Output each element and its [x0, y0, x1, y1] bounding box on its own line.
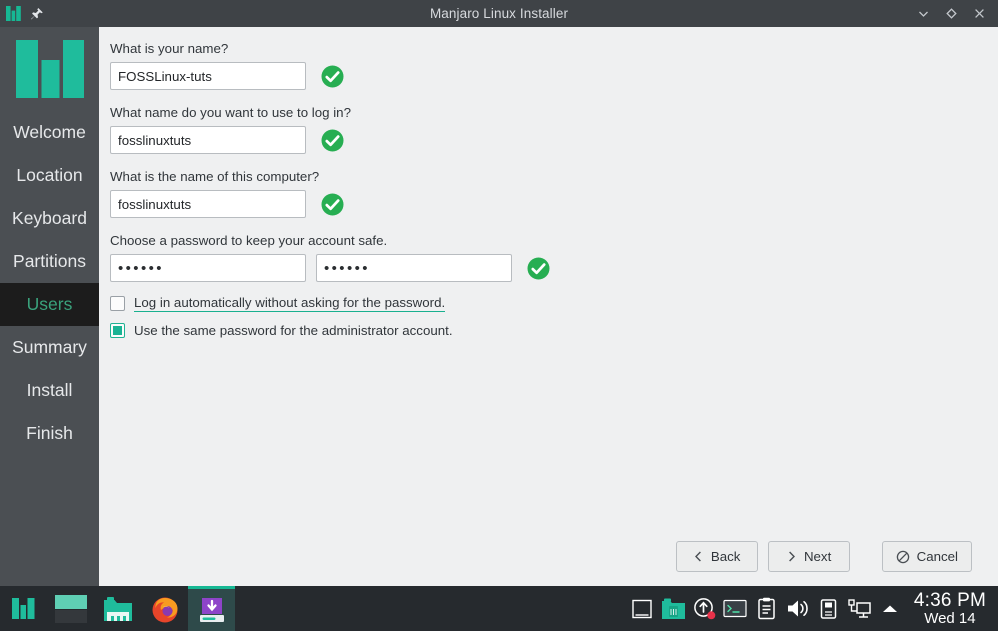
sidebar-logo — [0, 27, 99, 111]
firefox-icon — [151, 595, 179, 623]
taskbar-firefox[interactable] — [141, 586, 188, 631]
sidebar-item-install[interactable]: Install — [0, 369, 99, 412]
window-controls — [878, 5, 998, 23]
navigation-buttons: Back Next Cancel — [675, 541, 972, 572]
fullname-label: What is your name? — [110, 41, 229, 56]
sidebar-item-location[interactable]: Location — [0, 154, 99, 197]
username-label: What name do you want to use to log in? — [110, 105, 351, 120]
check-circle-icon — [321, 65, 344, 88]
sidebar-item-partitions[interactable]: Partitions — [0, 240, 99, 283]
check-circle-icon — [527, 257, 550, 280]
sidebar-item-label: Partitions — [13, 250, 86, 271]
maximize-button[interactable] — [942, 5, 960, 23]
window-titlebar: Manjaro Linux Installer — [0, 0, 998, 27]
sidebar-item-label: Summary — [12, 336, 87, 357]
installer-sidebar: Welcome Location Keyboard Partitions Use… — [0, 27, 99, 586]
taskbar-launchers — [0, 586, 235, 631]
sidebar-item-keyboard[interactable]: Keyboard — [0, 197, 99, 240]
sidebar-item-label: Keyboard — [12, 207, 87, 228]
back-button-label: Back — [710, 549, 741, 564]
same-password-checkbox[interactable] — [110, 323, 125, 338]
next-button[interactable]: Next — [767, 541, 850, 572]
taskbar-installer[interactable] — [188, 586, 235, 631]
trash-folder-icon[interactable] — [658, 586, 689, 631]
installer-icon — [198, 596, 226, 624]
username-input[interactable]: fosslinuxtuts — [110, 126, 306, 154]
manjaro-menu-icon — [11, 596, 36, 621]
sidebar-item-label: Install — [26, 379, 73, 400]
sidebar-item-summary[interactable]: Summary — [0, 326, 99, 369]
fullname-input[interactable]: FOSSLinux-tuts — [110, 62, 306, 90]
hostname-label: What is the name of this computer? — [110, 169, 320, 184]
check-circle-icon — [321, 129, 344, 152]
taskbar-clock[interactable]: 4:36 PM Wed 14 — [906, 589, 992, 627]
password-label: Choose a password to keep your account s… — [110, 233, 388, 248]
usb-drive-icon[interactable] — [813, 586, 844, 631]
password-input[interactable]: •••••• — [110, 254, 306, 282]
no-entry-icon — [896, 550, 910, 564]
screen: Manjaro Linux Installer Welcome Location… — [0, 0, 998, 631]
taskbar-menu-manjaro[interactable] — [0, 586, 47, 631]
manjaro-logo-icon — [15, 40, 84, 98]
chevron-up-icon[interactable] — [875, 586, 906, 631]
autologin-checkbox[interactable] — [110, 296, 125, 311]
autologin-label: Log in automatically without asking for … — [134, 295, 446, 312]
update-notifier-icon[interactable] — [689, 586, 720, 631]
sidebar-item-welcome[interactable]: Welcome — [0, 111, 99, 154]
next-button-label: Next — [803, 549, 832, 564]
clock-date: Wed 14 — [924, 609, 976, 627]
hostname-input[interactable]: fosslinuxtuts — [110, 190, 306, 218]
pin-icon[interactable] — [30, 7, 44, 21]
taskbar-file-manager[interactable] — [94, 586, 141, 631]
sidebar-item-label: Finish — [26, 422, 73, 443]
taskbar-system-tray: 4:36 PM Wed 14 — [627, 586, 998, 631]
sidebar-item-finish[interactable]: Finish — [0, 412, 99, 455]
hostname-row: fosslinuxtuts — [110, 190, 970, 218]
cancel-button-label: Cancel — [916, 549, 958, 564]
same-password-checkbox-row[interactable]: Use the same password for the administra… — [110, 323, 970, 338]
window-title: Manjaro Linux Installer — [429, 6, 569, 21]
titlebar-left-icons — [0, 6, 120, 21]
autologin-checkbox-row[interactable]: Log in automatically without asking for … — [110, 295, 970, 312]
username-row: fosslinuxtuts — [110, 126, 970, 154]
chevron-right-icon — [786, 550, 797, 563]
chevron-left-icon — [693, 550, 704, 563]
fullname-row: FOSSLinux-tuts — [110, 62, 970, 90]
desktop-pager-icon — [54, 594, 87, 624]
taskbar-pager[interactable] — [47, 586, 94, 631]
minimize-button[interactable] — [914, 5, 932, 23]
installer-main-panel: What is your name? FOSSLinux-tuts What n… — [99, 27, 998, 586]
clock-time: 4:36 PM — [913, 589, 986, 611]
password-confirm-input[interactable]: •••••• — [316, 254, 512, 282]
terminal-icon[interactable] — [720, 586, 751, 631]
window-icon[interactable] — [627, 586, 658, 631]
same-password-label: Use the same password for the administra… — [134, 323, 453, 338]
sidebar-item-label: Welcome — [13, 121, 86, 142]
sidebar-item-label: Users — [26, 293, 73, 314]
check-circle-icon — [321, 193, 344, 216]
clipboard-icon[interactable] — [751, 586, 782, 631]
sidebar-item-users[interactable]: Users — [0, 283, 99, 326]
file-manager-icon — [103, 595, 133, 622]
cancel-button[interactable]: Cancel — [881, 541, 972, 572]
network-icon[interactable] — [844, 586, 875, 631]
manjaro-logo-icon — [6, 6, 21, 21]
desktop-taskbar: 4:36 PM Wed 14 — [0, 586, 998, 631]
sidebar-item-label: Location — [16, 164, 83, 185]
back-button[interactable]: Back — [675, 541, 758, 572]
speaker-icon[interactable] — [782, 586, 813, 631]
close-button[interactable] — [970, 5, 988, 23]
password-row: •••••• •••••• — [110, 254, 970, 282]
users-form: What is your name? FOSSLinux-tuts What n… — [110, 41, 970, 349]
